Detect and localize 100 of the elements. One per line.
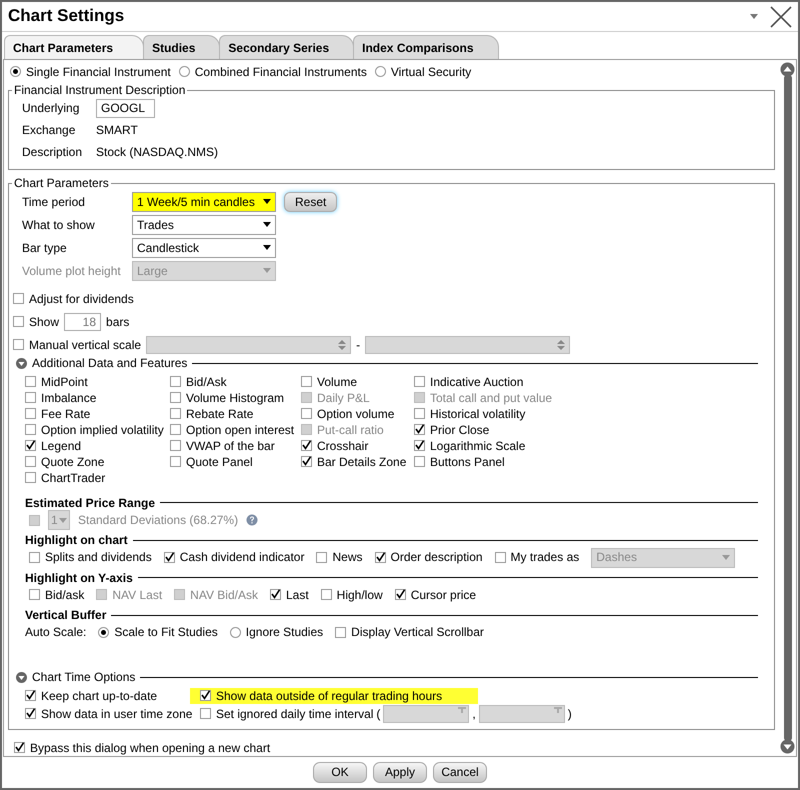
checkbox-label[interactable]: Show data outside of regular trading hours xyxy=(216,688,442,703)
checkbox-label[interactable]: Quote Zone xyxy=(41,454,104,469)
checkbox[interactable] xyxy=(394,589,406,600)
tab[interactable]: Secondary Series xyxy=(219,34,354,59)
checkbox[interactable] xyxy=(301,408,312,420)
checkbox-label[interactable]: Set ignored daily time interval xyxy=(216,706,374,721)
checkbox[interactable] xyxy=(270,589,281,600)
radio-label[interactable]: Combined Financial Instruments xyxy=(194,64,367,80)
checkbox-label[interactable]: Volume Histogram xyxy=(186,390,284,405)
checkbox[interactable] xyxy=(200,708,211,720)
dropdown[interactable]: Candlestick xyxy=(132,238,276,258)
checkbox-label[interactable]: Show data in user time zone xyxy=(41,706,192,721)
checkbox[interactable] xyxy=(25,708,36,720)
checkbox[interactable] xyxy=(170,376,181,388)
checkbox-label[interactable]: Prior Close xyxy=(430,422,490,437)
checkbox[interactable] xyxy=(29,589,40,600)
checkbox-label[interactable]: Manual vertical scale xyxy=(29,338,142,352)
tab[interactable]: Chart Parameters xyxy=(4,34,144,59)
checkbox-label[interactable]: ChartTrader xyxy=(41,470,106,485)
checkbox[interactable] xyxy=(164,552,175,564)
checkbox-label[interactable]: Option open interest xyxy=(186,422,294,437)
checkbox[interactable] xyxy=(374,552,386,564)
checkbox-label[interactable]: Rebate Rate xyxy=(186,406,254,421)
checkbox[interactable] xyxy=(170,440,181,452)
checkbox-label[interactable]: VWAP of the bar xyxy=(186,438,275,453)
dialog-button[interactable]: OK xyxy=(313,762,367,783)
checkbox-label[interactable]: Bid/Ask xyxy=(186,374,227,389)
checkbox-label[interactable]: Last xyxy=(286,588,309,602)
checkbox-label[interactable]: Bid/ask xyxy=(45,588,84,602)
tab[interactable]: Index Comparisons xyxy=(353,34,498,59)
dropdown[interactable]: 1 Week/5 min candles xyxy=(132,192,276,212)
checkbox-label[interactable]: Quote Panel xyxy=(186,454,253,469)
checkbox-label[interactable]: Imbalance xyxy=(41,390,96,405)
checkbox[interactable] xyxy=(494,552,506,564)
checkbox[interactable] xyxy=(414,408,425,420)
dialog-button[interactable]: Apply xyxy=(373,762,427,783)
checkbox[interactable] xyxy=(414,456,425,468)
checkbox-label[interactable]: Logarithmic Scale xyxy=(430,438,526,453)
checkbox-label[interactable]: Buttons Panel xyxy=(430,454,505,469)
checkbox[interactable] xyxy=(414,376,425,388)
checkbox-label[interactable]: Fee Rate xyxy=(41,406,90,421)
checkbox-label[interactable]: Indicative Auction xyxy=(430,374,524,389)
checkbox-label[interactable]: Legend xyxy=(41,438,82,453)
checkbox-label[interactable]: MidPoint xyxy=(41,374,88,389)
radio-button[interactable] xyxy=(178,66,190,78)
checkbox[interactable] xyxy=(316,552,328,564)
checkbox[interactable] xyxy=(170,392,181,404)
radio-label[interactable]: Single Financial Instrument xyxy=(26,64,171,80)
checkbox-label[interactable]: Display Vertical Scrollbar xyxy=(351,625,484,640)
checkbox[interactable] xyxy=(170,456,181,468)
collapse-toggle-icon[interactable] xyxy=(16,358,27,370)
radio-label[interactable]: Virtual Security xyxy=(390,64,472,80)
number-field[interactable]: 18 xyxy=(64,312,102,331)
reset-button[interactable]: Reset xyxy=(284,192,338,212)
radio-button[interactable] xyxy=(10,66,21,78)
checkbox[interactable] xyxy=(13,316,24,328)
checkbox-label[interactable]: High/low xyxy=(336,588,383,602)
checkbox[interactable] xyxy=(13,339,24,350)
checkbox-label[interactable]: Option implied volatility xyxy=(41,422,164,437)
close-icon[interactable] xyxy=(770,6,792,28)
tab[interactable]: Studies xyxy=(143,34,220,59)
checkbox[interactable] xyxy=(301,376,312,388)
checkbox[interactable] xyxy=(13,293,24,304)
checkbox-label[interactable]: News xyxy=(332,550,362,565)
dropdown[interactable]: Trades xyxy=(132,214,276,235)
checkbox-label[interactable]: Bypass this dialog when opening a new chart xyxy=(30,740,270,755)
checkbox-label[interactable]: Keep chart up-to-date xyxy=(41,688,158,703)
checkbox-label[interactable]: Option volume xyxy=(317,406,394,421)
checkbox[interactable] xyxy=(25,456,36,468)
radio-button[interactable] xyxy=(230,626,241,638)
checkbox-label[interactable]: Volume xyxy=(317,374,358,389)
radio-button[interactable] xyxy=(374,66,386,78)
checkbox-label[interactable]: Bar Details Zone xyxy=(317,454,406,469)
checkbox[interactable] xyxy=(200,690,211,702)
dialog-button[interactable]: Cancel xyxy=(433,762,487,783)
checkbox-label[interactable]: Cash dividend indicator xyxy=(180,550,304,565)
checkbox[interactable] xyxy=(335,626,346,638)
scroll-down-icon[interactable] xyxy=(780,740,794,754)
text-field[interactable]: GOOGL xyxy=(96,98,155,118)
checkbox[interactable] xyxy=(170,424,181,436)
checkbox-label[interactable]: Order description xyxy=(390,550,483,565)
checkbox-label[interactable]: Show xyxy=(29,314,60,330)
checkbox[interactable] xyxy=(301,456,312,468)
checkbox[interactable] xyxy=(25,440,36,452)
checkbox-label[interactable]: My trades as xyxy=(510,550,580,565)
checkbox[interactable] xyxy=(25,376,36,388)
checkbox-label[interactable]: Adjust for dividends xyxy=(29,292,134,306)
checkbox[interactable] xyxy=(25,408,36,420)
checkbox[interactable] xyxy=(14,742,25,754)
checkbox[interactable] xyxy=(25,392,36,404)
checkbox[interactable] xyxy=(414,440,425,452)
collapse-toggle-icon[interactable] xyxy=(16,672,27,684)
checkbox[interactable] xyxy=(301,440,312,452)
scroll-up-icon[interactable] xyxy=(780,62,794,76)
radio-button[interactable] xyxy=(98,626,110,638)
checkbox[interactable] xyxy=(170,408,181,420)
checkbox-label[interactable]: Historical volatility xyxy=(430,406,526,421)
checkbox[interactable] xyxy=(320,589,332,600)
checkbox[interactable] xyxy=(29,552,40,564)
radio-label[interactable]: Scale to Fit Studies xyxy=(114,625,218,640)
